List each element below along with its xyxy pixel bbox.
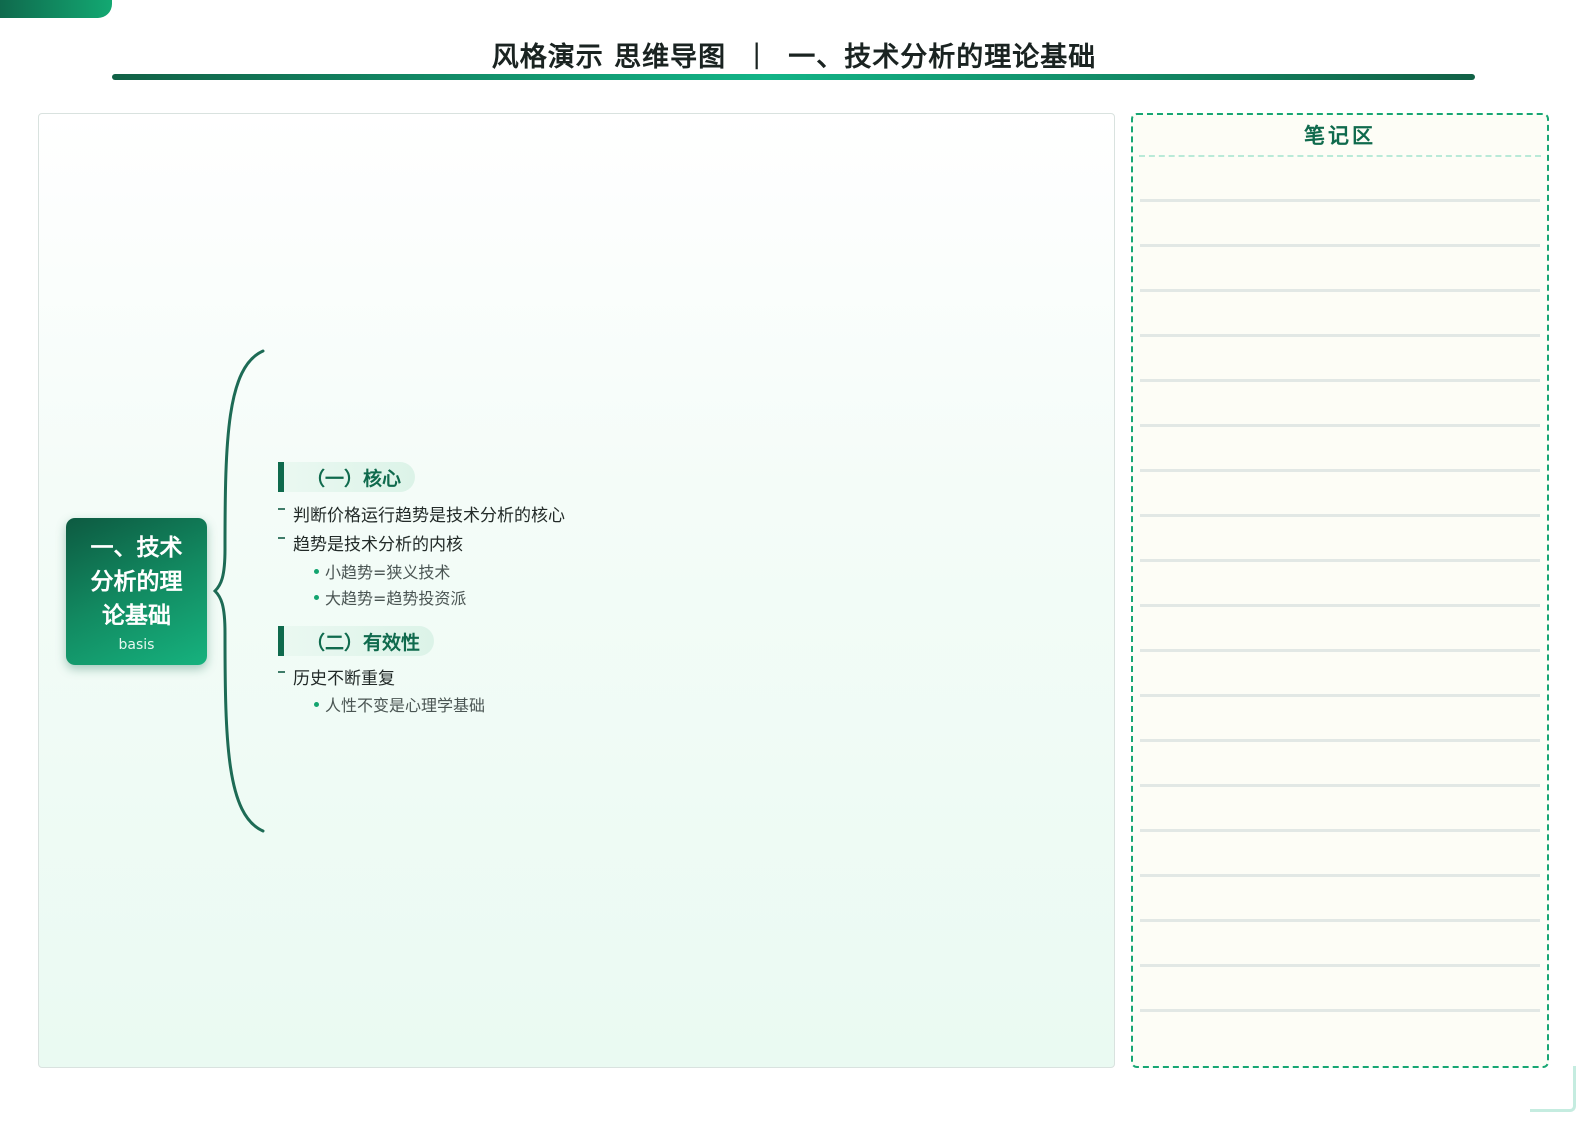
branch-label: （一）核心 (284, 462, 416, 492)
note-line (1140, 334, 1540, 337)
note-line (1140, 964, 1540, 967)
bullet-dash-icon (278, 671, 285, 673)
note-line (1140, 649, 1540, 652)
note-line (1140, 424, 1540, 427)
branch-core[interactable]: （一）核心 (278, 462, 416, 492)
note-line (1140, 829, 1540, 832)
root-node[interactable]: 一、技术分析的理论基础 basis (66, 518, 207, 665)
page-title-left: 风格演示 思维导图 (491, 41, 727, 73)
note-line (1140, 469, 1540, 472)
root-node-subtitle: basis (118, 636, 155, 653)
bullet-dot-icon (314, 594, 319, 600)
note-line (1140, 244, 1540, 247)
root-node-title: 一、技术分析的理论基础 (90, 534, 183, 629)
note-line (1140, 559, 1540, 562)
list-item: 趋势是技术分析的内核 (278, 530, 463, 555)
list-item: 判断价格运行趋势是技术分析的核心 (278, 501, 565, 526)
title-underline (112, 74, 1475, 80)
brace-connector (212, 349, 265, 833)
page-title-right: 一、技术分析的理论基础 (788, 41, 1097, 73)
mindmap-canvas: 一、技术分析的理论基础 basis （一）核心 判断价格运行趋势是技术分析的核心… (38, 113, 1115, 1068)
list-item: 历史不断重复 (278, 664, 395, 689)
note-line (1140, 1009, 1540, 1012)
note-line (1140, 199, 1540, 202)
sub-list-item: 小趋势=狭义技术 (314, 560, 450, 582)
note-line (1140, 739, 1540, 742)
sub-list-item: 大趋势=趋势投资派 (314, 586, 466, 608)
note-line (1140, 694, 1540, 697)
note-line (1140, 604, 1540, 607)
corner-bracket-decoration (1530, 1066, 1576, 1112)
notes-panel[interactable]: 笔记区 (1131, 113, 1549, 1068)
note-line (1140, 289, 1540, 292)
note-lines[interactable] (1140, 157, 1540, 1066)
bullet-dash-icon (278, 508, 285, 510)
corner-decoration (0, 0, 112, 18)
branch-validity[interactable]: （二）有效性 (278, 626, 435, 656)
note-line (1140, 514, 1540, 517)
note-line (1140, 379, 1540, 382)
bullet-dot-icon (314, 568, 319, 574)
notes-title: 笔记区 (1139, 115, 1541, 157)
note-line (1140, 784, 1540, 787)
page-title: 风格演示 思维导图 | 一、技术分析的理论基础 (0, 34, 1588, 74)
bullet-dash-icon (278, 537, 285, 539)
sub-list-item: 人性不变是心理学基础 (314, 693, 485, 715)
title-separator: | (752, 38, 763, 70)
note-line (1140, 919, 1540, 922)
bullet-dot-icon (314, 701, 319, 707)
branch-label: （二）有效性 (284, 626, 435, 656)
note-line (1140, 874, 1540, 877)
